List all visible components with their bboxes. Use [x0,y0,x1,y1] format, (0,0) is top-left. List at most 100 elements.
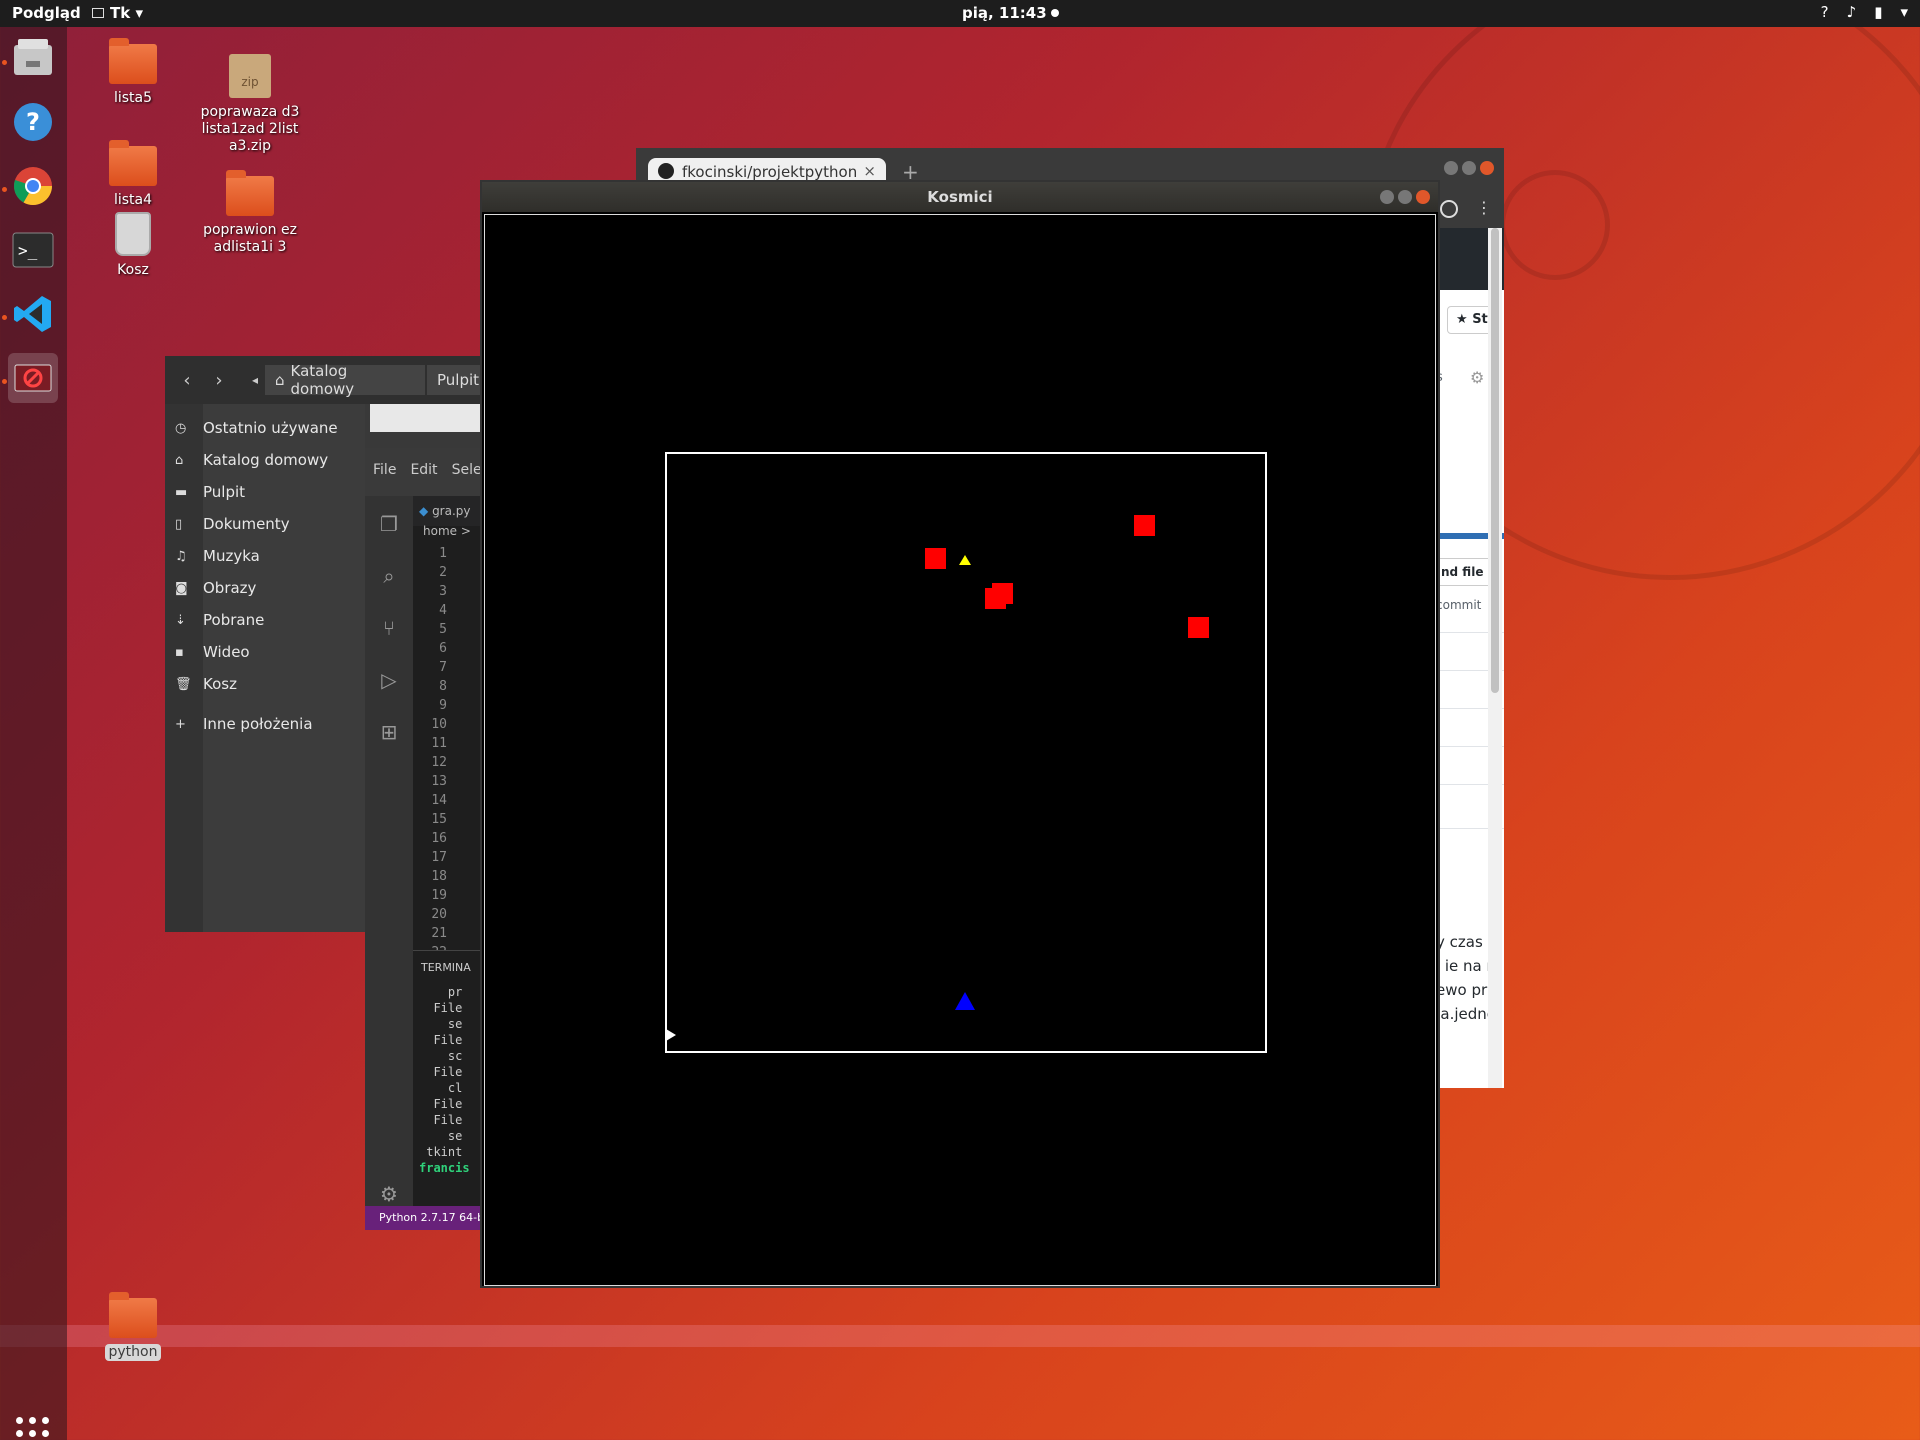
source-control-icon[interactable]: ⑂ [376,616,402,642]
desktop-icon-lista4[interactable]: lista4 [83,140,183,209]
window-title[interactable]: Kosmici [482,182,1438,212]
file-manager-header: ‹ › ◂ ⌂ Katalog domowy Pulpit [165,356,485,404]
desktop-icon-python[interactable]: python [83,1292,183,1361]
help-tray-icon[interactable]: ? [1821,3,1829,21]
kosmici-window-controls [1380,190,1430,204]
editor-tab[interactable]: ◆ gra.py [413,496,480,526]
enemy-alien [1188,617,1209,638]
maximize-button[interactable] [1398,190,1412,204]
sidebar-item-videos[interactable]: ▪ Wideo [175,638,365,666]
terminal-line: File [419,1065,463,1079]
line-number: 10 [431,717,447,732]
minimize-button[interactable] [1444,161,1458,175]
readme-text: y czas u ie na n ewo pra a.jedne [1436,930,1496,1026]
vscode-icon[interactable] [8,289,58,339]
wallpaper-band [0,1325,1920,1347]
close-button[interactable] [1480,161,1494,175]
desktop-icon-zip[interactable]: zip poprawaza d3lista1zad 2lista3.zip [200,54,300,155]
sidebar-item-recent[interactable]: ◷ Ostatnio używane [175,414,365,442]
explorer-icon[interactable]: ❐ [376,512,402,538]
terminal-line: sc [419,1049,463,1063]
terminal-output: pr File se File sc File cl File File se … [413,974,480,1176]
sidebar-item-pictures[interactable]: ◙ Obrazy [175,574,365,602]
document-icon: ▯ [175,516,183,532]
browser-scrollbar[interactable] [1488,228,1502,1088]
commit-link[interactable]: commit [1436,598,1481,612]
sidebar-item-music[interactable]: ♫ Muzyka [175,542,365,570]
profile-icon[interactable] [1440,200,1458,218]
terminal-icon[interactable]: >_ [8,225,58,275]
desktop-icon-lista5[interactable]: lista5 [83,38,183,107]
readme-line: y czas u [1436,933,1496,951]
sidebar-item-desktop[interactable]: ▬ Pulpit [175,478,365,506]
line-number: 4 [439,603,447,618]
battery-icon[interactable]: ▮ [1874,3,1882,21]
status-bar-python[interactable]: Python 2.7.17 64-b [365,1206,480,1230]
folder-thumbnail[interactable] [370,404,485,432]
clock[interactable]: pią, 11:43 [962,4,1059,22]
back-button[interactable]: ‹ [173,365,201,395]
browser-menu-icon[interactable]: ⋮ [1476,198,1492,217]
volume-icon[interactable]: ♪ [1847,3,1857,21]
bullet-projectile [959,555,971,565]
app-menu[interactable]: Tk ▾ [92,4,143,22]
close-tab-icon[interactable]: × [863,162,876,180]
chrome-icon[interactable] [8,161,58,211]
terminal-panel[interactable]: TERMINA pr File se File sc File cl File … [413,950,480,1220]
show-applications-icon[interactable] [16,1417,50,1440]
maximize-button[interactable] [1462,161,1476,175]
search-icon[interactable]: ⌕ [376,564,402,590]
sidebar-item-label: Inne położenia [203,715,313,733]
desktop-icon-label: lista5 [113,90,153,106]
files-icon[interactable] [8,33,58,83]
zip-badge: zip [241,75,259,89]
tk-app-icon[interactable] [8,353,58,403]
game-canvas[interactable] [484,214,1436,1286]
home-icon: ⌂ [275,371,285,389]
line-number: 7 [439,660,447,675]
system-menu-chevron-icon[interactable]: ▾ [1900,3,1908,21]
breadcrumb-label: Pulpit [437,371,480,389]
sidebar-item-other-locations[interactable]: + Inne położenia [175,710,365,738]
terminal-line: File [419,1001,463,1015]
readme-line: a.jedne [1440,1005,1496,1023]
menu-edit[interactable]: Edit [410,462,437,482]
terminal-line: tkint [419,1145,463,1159]
extensions-icon[interactable]: ⊞ [376,720,402,746]
sidebar-item-downloads[interactable]: ⇣ Pobrane [175,606,365,634]
top-bar: Podgląd Tk ▾ pią, 11:43 ? ♪ ▮ ▾ [0,0,1920,27]
editor-breadcrumb[interactable]: home > [423,524,471,538]
desktop-icon-poprawion[interactable]: poprawion ezadlista1i 3 [200,170,300,256]
minimize-button[interactable] [1380,190,1394,204]
breadcrumb-desktop[interactable]: Pulpit [427,365,485,395]
path-left-arrow-icon[interactable]: ◂ [245,365,265,395]
window-icon [92,8,104,18]
activities-button[interactable]: Podgląd [12,4,81,22]
run-debug-icon[interactable]: ▷ [376,668,402,694]
line-number: 19 [431,888,447,903]
settings-gear-icon[interactable]: ⚙ [1470,368,1484,387]
readme-line: ewo pra [1436,981,1496,999]
settings-gear-icon[interactable]: ⚙ [376,1182,402,1208]
desktop-icon-label: Kosz [117,262,149,278]
star-label: St [1472,312,1488,327]
scrollbar-thumb[interactable] [1491,228,1499,693]
close-button[interactable] [1416,190,1430,204]
help-icon[interactable]: ? [8,97,58,147]
terminal-tab[interactable]: TERMINA [413,951,480,974]
system-tray[interactable]: ? ♪ ▮ ▾ [1821,3,1908,21]
folder-icon [109,140,157,186]
desktop-icon-trash[interactable]: Kosz [83,212,183,279]
menu-file[interactable]: File [373,462,396,482]
folder-icon [109,38,157,84]
breadcrumb-home[interactable]: ⌂ Katalog domowy [265,362,425,398]
folder-icon [226,170,274,216]
terminal-line: francis [419,1161,470,1175]
sidebar-item-home[interactable]: ⌂ Katalog domowy [175,446,365,474]
forward-button[interactable]: › [205,365,233,395]
sidebar-item-documents[interactable]: ▯ Dokumenty [175,510,365,538]
line-number: 16 [431,831,447,846]
sidebar-item-trash[interactable]: 🗑 Kosz [175,670,365,698]
running-indicator [2,379,7,384]
menu-selection[interactable]: Selec [452,462,480,482]
